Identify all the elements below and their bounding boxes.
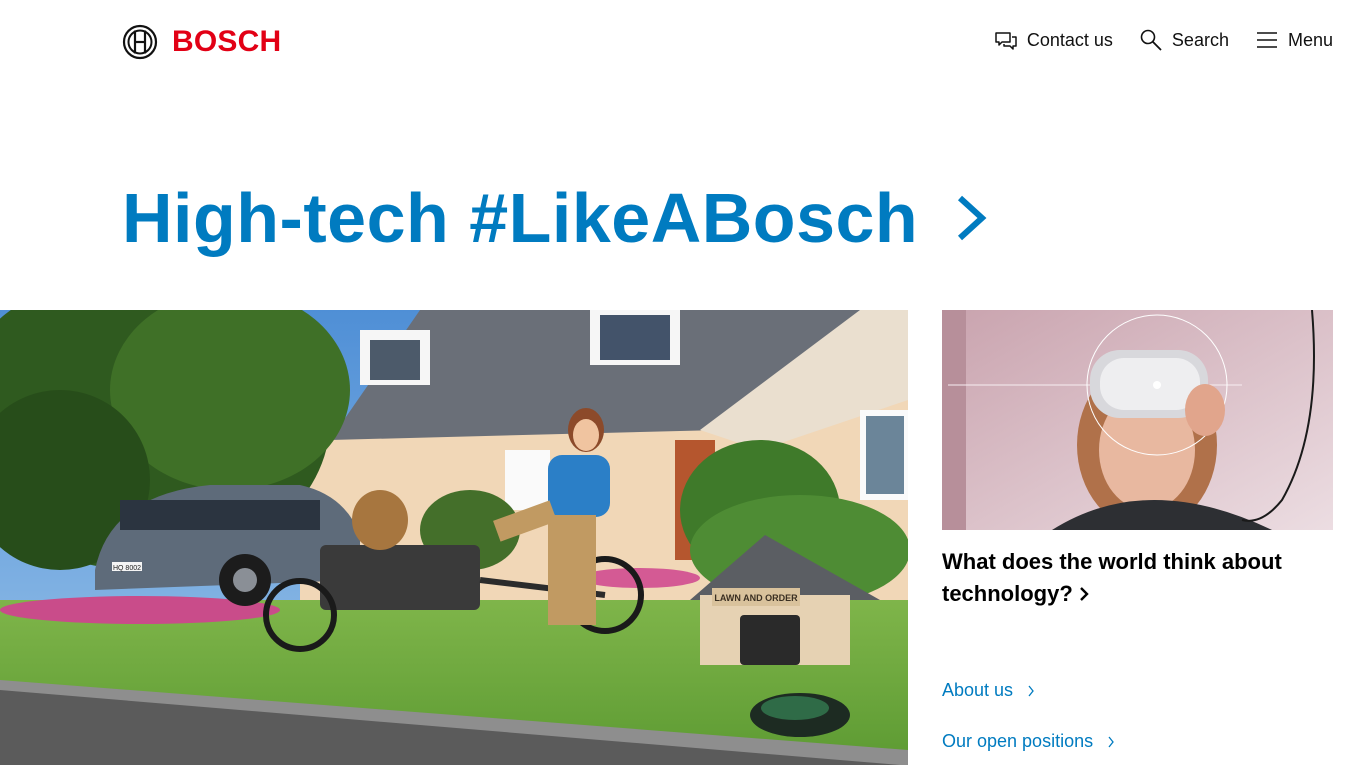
chevron-right-icon [1107,736,1115,748]
search-label: Search [1171,29,1229,50]
menu-label: Menu [1287,29,1333,50]
chevron-right-icon [1027,685,1035,697]
hero-headline: High-tech #LikeABosch [122,179,919,257]
chevron-right-icon [1079,579,1089,601]
vr-teaser-image[interactable] [942,310,1333,530]
header-nav: Contact us Search Menu [968,28,1333,52]
teaser-title-link[interactable]: What does the world think about technolo… [942,546,1333,610]
chat-icon [994,28,1018,52]
menu-button[interactable]: Menu [1255,28,1333,52]
hero-image[interactable]: LAWN AND ORDER HQ 8002 [0,310,908,765]
about-us-link[interactable]: About us [942,680,1035,701]
search-icon [1139,28,1163,52]
brand-name: BOSCH [172,25,282,58]
about-us-label: About us [942,680,1014,700]
chevron-right-icon [954,188,990,248]
license-plate: HQ 8002 [113,565,141,572]
doghouse-sign: LAWN AND ORDER [714,593,798,603]
bosch-logo[interactable]: BOSCH [122,24,281,60]
hamburger-icon [1255,28,1279,52]
contact-us-link[interactable]: Contact us [994,28,1113,52]
bosch-armature-icon [122,24,158,60]
open-positions-link[interactable]: Our open positions [942,731,1115,752]
search-button[interactable]: Search [1139,28,1229,52]
hero-headline-link[interactable]: High-tech #LikeABosch [122,178,990,258]
teaser-title: What does the world think about technolo… [942,549,1282,606]
open-positions-label: Our open positions [942,731,1094,751]
contact-us-label: Contact us [1026,29,1113,50]
